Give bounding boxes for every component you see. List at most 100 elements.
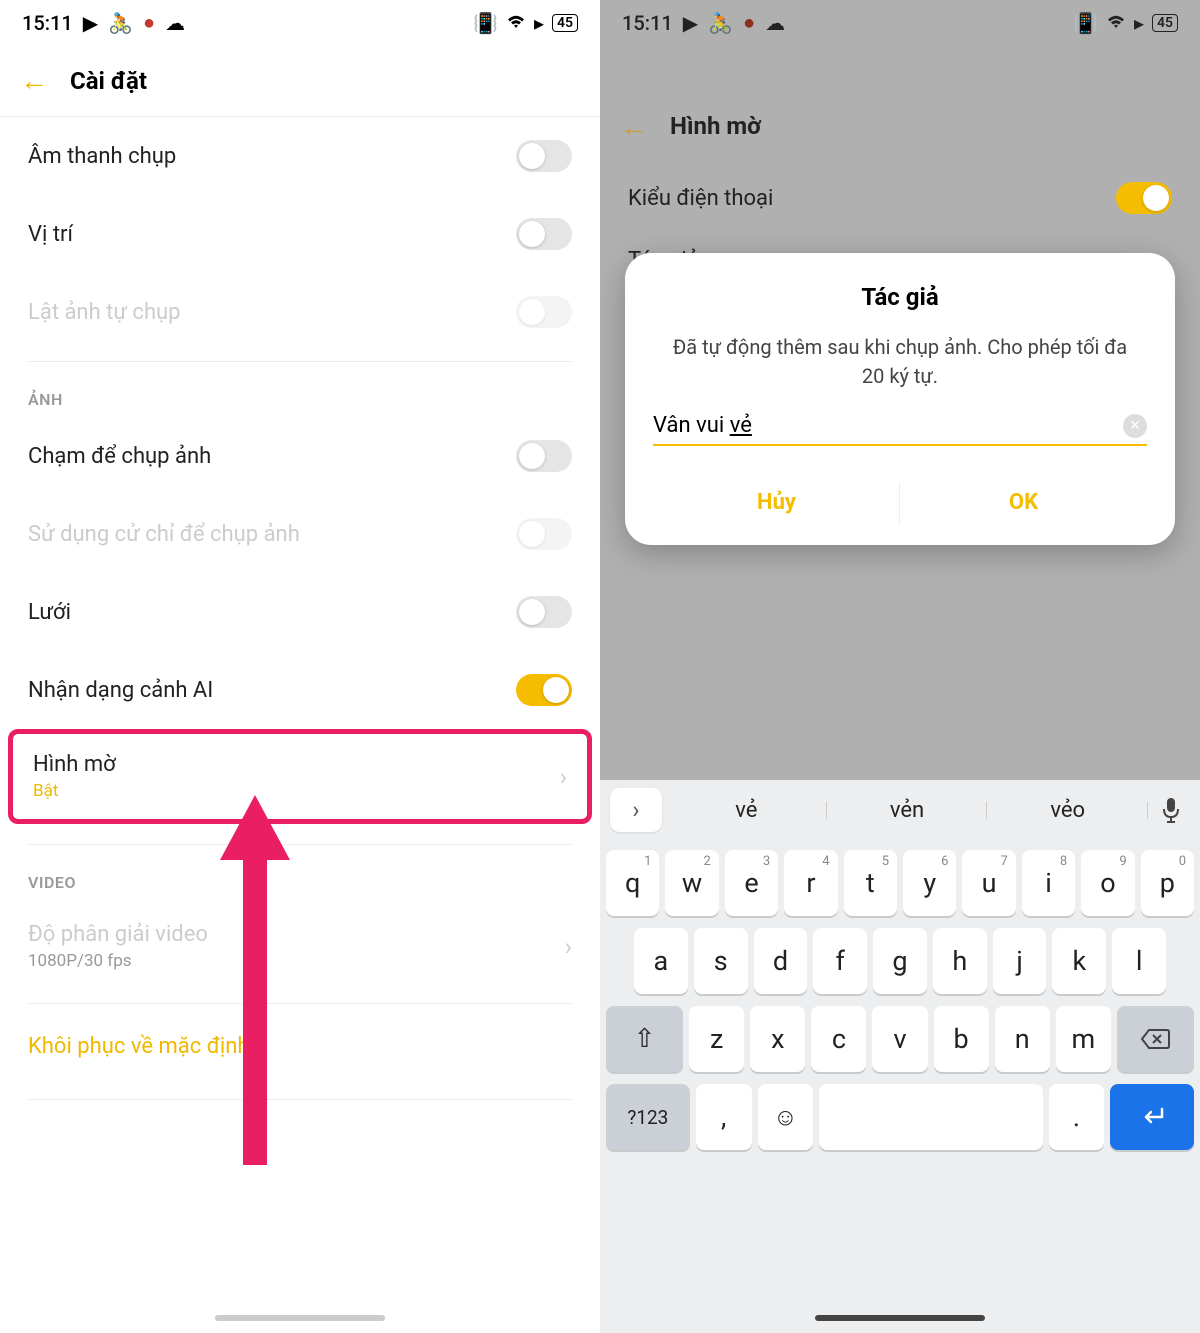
- label-shutter-sound: Âm thanh chụp: [28, 144, 176, 169]
- label-watermark: Hình mờ: [33, 752, 116, 777]
- key-b[interactable]: b: [934, 1006, 989, 1072]
- dialog-description: Đã tự động thêm sau khi chụp ảnh. Cho ph…: [653, 333, 1147, 391]
- cast-icon: ▸: [534, 11, 544, 35]
- key-u[interactable]: u7: [962, 850, 1015, 916]
- emoji-key[interactable]: ☺: [758, 1084, 814, 1150]
- toggle-phone-model[interactable]: [1116, 182, 1172, 214]
- status-bar: 15:11 ▶ 🚴 ● ☁ 📳 ▸ 45: [0, 0, 600, 45]
- cloud-icon: ☁: [165, 11, 185, 35]
- label-flip-selfie: Lật ảnh tự chụp: [28, 300, 181, 325]
- chevron-right-icon: ›: [560, 763, 567, 791]
- key-g[interactable]: g: [873, 928, 927, 994]
- nav-pill[interactable]: [215, 1315, 385, 1321]
- bike-icon: 🚴: [108, 11, 133, 35]
- key-c[interactable]: c: [811, 1006, 866, 1072]
- key-d[interactable]: d: [754, 928, 808, 994]
- key-y[interactable]: y6: [903, 850, 956, 916]
- row-video-res: Độ phân giải video 1080P/30 fps ›: [0, 900, 600, 993]
- key-r[interactable]: r4: [784, 850, 837, 916]
- key-h[interactable]: h: [933, 928, 987, 994]
- nav-pill[interactable]: [815, 1315, 985, 1321]
- toggle-shutter-sound[interactable]: [516, 140, 572, 172]
- row-gesture-shoot: Sử dụng cử chỉ để chụp ảnh: [0, 495, 600, 573]
- header: ← Hình mờ: [600, 90, 1200, 162]
- numbers-key[interactable]: ?123: [606, 1084, 690, 1150]
- key-x[interactable]: x: [750, 1006, 805, 1072]
- key-z[interactable]: z: [689, 1006, 744, 1072]
- section-video: VIDEO: [0, 845, 600, 900]
- label-location: Vị trí: [28, 222, 73, 247]
- chevron-right-icon: ›: [565, 933, 572, 961]
- row-phone-model[interactable]: Kiểu điện thoại: [600, 162, 1200, 234]
- back-icon[interactable]: ←: [20, 64, 48, 97]
- key-o[interactable]: o9: [1081, 850, 1134, 916]
- key-v[interactable]: v: [872, 1006, 927, 1072]
- ok-button[interactable]: OK: [900, 474, 1147, 533]
- toggle-flip-selfie: [516, 296, 572, 328]
- key-f[interactable]: f: [813, 928, 867, 994]
- key-m[interactable]: m: [1056, 1006, 1111, 1072]
- key-p[interactable]: p0: [1141, 850, 1194, 916]
- youtube-icon: ▶: [683, 11, 698, 35]
- status-time: 15:11: [22, 11, 73, 35]
- page-title: Cài đặt: [70, 67, 147, 95]
- suggestion-1[interactable]: vẻ: [670, 798, 823, 823]
- period-key[interactable]: .: [1049, 1084, 1105, 1150]
- video-res-value: 1080P/30 fps: [28, 951, 208, 971]
- restore-defaults[interactable]: Khôi phục về mặc định: [0, 1004, 600, 1089]
- cancel-button[interactable]: Hủy: [653, 474, 900, 533]
- row-shutter-sound[interactable]: Âm thanh chụp: [0, 117, 600, 195]
- battery-icon: 45: [552, 14, 578, 32]
- header: ← Cài đặt: [0, 45, 600, 117]
- row-watermark[interactable]: Hình mờ Bật ›: [13, 734, 587, 819]
- dialog-title: Tác giả: [653, 283, 1147, 311]
- youtube-icon: ▶: [83, 11, 98, 35]
- key-k[interactable]: k: [1052, 928, 1106, 994]
- key-w[interactable]: w2: [665, 850, 718, 916]
- wifi-icon: [1106, 11, 1126, 35]
- space-key[interactable]: [819, 1084, 1042, 1150]
- clear-input-icon[interactable]: ✕: [1123, 414, 1147, 438]
- suggestion-3[interactable]: vẻo: [991, 798, 1144, 823]
- author-input[interactable]: Vân vui vẻ: [653, 413, 1123, 438]
- label-phone-model: Kiểu điện thoại: [628, 186, 773, 211]
- row-grid[interactable]: Lưới: [0, 573, 600, 651]
- row-tap-shoot[interactable]: Chạm để chụp ảnh: [0, 417, 600, 495]
- fire-icon: ●: [743, 10, 755, 35]
- toggle-ai-scene[interactable]: [516, 674, 572, 706]
- key-t[interactable]: t5: [844, 850, 897, 916]
- shift-key[interactable]: ⇧: [606, 1006, 683, 1072]
- expand-suggestions-icon[interactable]: ›: [610, 788, 662, 832]
- label-video-res: Độ phân giải video: [28, 922, 208, 947]
- key-l[interactable]: l: [1112, 928, 1166, 994]
- watermark-state: Bật: [33, 781, 116, 801]
- toggle-location[interactable]: [516, 218, 572, 250]
- toggle-tap-shoot[interactable]: [516, 440, 572, 472]
- key-q[interactable]: q1: [606, 850, 659, 916]
- toggle-grid[interactable]: [516, 596, 572, 628]
- label-tap-shoot: Chạm để chụp ảnh: [28, 444, 211, 469]
- key-j[interactable]: j: [993, 928, 1047, 994]
- row-flip-selfie: Lật ảnh tự chụp: [0, 273, 600, 351]
- key-i[interactable]: i8: [1022, 850, 1075, 916]
- suggestion-2[interactable]: vẻn: [831, 798, 984, 823]
- back-icon[interactable]: ←: [620, 110, 648, 143]
- vibrate-icon: 📳: [473, 11, 498, 35]
- divider: [28, 1099, 572, 1100]
- enter-key[interactable]: [1110, 1084, 1194, 1150]
- key-e[interactable]: e3: [725, 850, 778, 916]
- key-s[interactable]: s: [694, 928, 748, 994]
- comma-key[interactable]: ,: [696, 1084, 752, 1150]
- bike-icon: 🚴: [708, 11, 733, 35]
- mic-icon[interactable]: [1152, 797, 1190, 823]
- key-a[interactable]: a: [634, 928, 688, 994]
- cast-icon: ▸: [1134, 11, 1144, 35]
- status-bar: 15:11 ▶ 🚴 ● ☁ 📳 ▸ 45: [600, 0, 1200, 45]
- suggestion-bar: › vẻ vẻn vẻo: [600, 780, 1200, 840]
- key-n[interactable]: n: [995, 1006, 1050, 1072]
- row-ai-scene[interactable]: Nhận dạng cảnh AI: [0, 651, 600, 729]
- backspace-key[interactable]: [1117, 1006, 1194, 1072]
- cloud-icon: ☁: [765, 11, 785, 35]
- row-location[interactable]: Vị trí: [0, 195, 600, 273]
- author-dialog: Tác giả Đã tự động thêm sau khi chụp ảnh…: [625, 253, 1175, 545]
